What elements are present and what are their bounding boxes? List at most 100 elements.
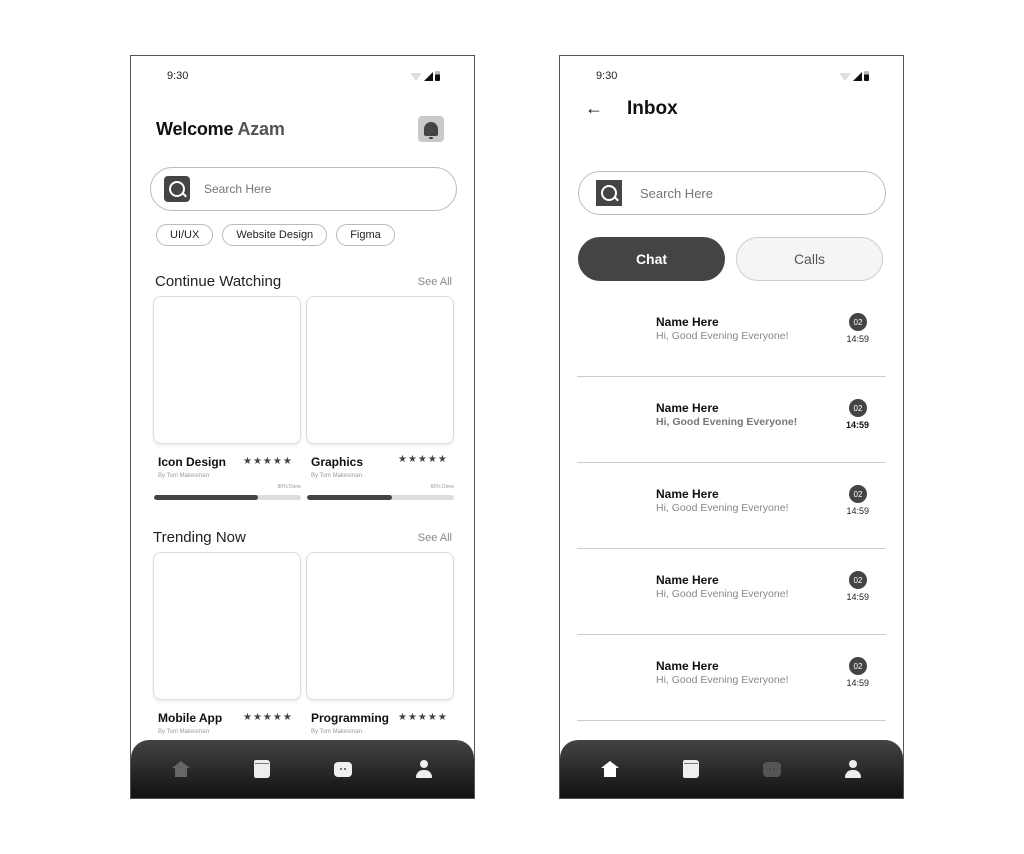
message-item[interactable]: Name Here Hi, Good Evening Everyone! 02 …	[577, 463, 886, 549]
continue-watching-title: Continue Watching	[155, 273, 282, 290]
nav-chat[interactable]	[325, 751, 361, 787]
status-icons	[410, 70, 440, 81]
message-time: 14:59	[846, 506, 869, 516]
course-author: By Tom Makesman	[311, 729, 362, 735]
signal-icon	[424, 72, 433, 81]
search-input[interactable]	[640, 185, 860, 201]
message-preview: Hi, Good Evening Everyone!	[656, 416, 798, 428]
course-thumbnail-mobile-app[interactable]	[153, 552, 301, 700]
user-icon	[415, 760, 433, 778]
inbox-tabs: Chat Calls	[578, 237, 883, 281]
course-author: By Tom Makesman	[158, 729, 209, 735]
course-thumbnail-graphics[interactable]	[306, 296, 454, 444]
message-time: 14:59	[846, 592, 869, 602]
welcome-prefix: Welcome	[156, 119, 234, 139]
user-name: Azam	[237, 119, 285, 139]
bottom-nav	[131, 740, 474, 798]
user-icon	[844, 760, 862, 778]
course-author: By Tom Makesman	[311, 473, 362, 479]
search-bar[interactable]	[150, 167, 457, 211]
nav-profile[interactable]	[406, 751, 442, 787]
rating-stars: ★★★★★	[398, 454, 448, 465]
search-bar[interactable]	[578, 171, 886, 215]
chip-figma[interactable]: Figma	[336, 224, 395, 246]
sender-name: Name Here	[656, 573, 719, 587]
progress-fill	[154, 495, 259, 500]
back-arrow-icon[interactable]: ←	[585, 98, 603, 119]
inbox-screen: 9:30 ← Inbox Chat Calls Name Here Hi, Go…	[559, 55, 904, 799]
message-time: 14:59	[845, 420, 869, 430]
progress-fill	[307, 495, 393, 500]
bell-icon	[424, 122, 438, 139]
course-thumbnail-icon-design[interactable]	[153, 296, 301, 444]
battery-icon	[435, 71, 440, 81]
trending-now-see-all[interactable]: See All	[418, 532, 452, 544]
progress-bar	[154, 495, 301, 500]
rating-stars: ★★★★★	[243, 712, 293, 723]
search-icon[interactable]	[164, 176, 190, 202]
nav-profile[interactable]	[835, 751, 871, 787]
sender-name: Name Here	[656, 401, 719, 415]
home-screen: 9:30 Welcome Azam UI/UX Website Design F…	[130, 55, 475, 799]
status-time: 9:30	[596, 70, 618, 82]
nav-library[interactable]	[673, 751, 709, 787]
unread-count-badge: 02	[849, 485, 867, 503]
notifications-button[interactable]	[418, 116, 444, 142]
message-item[interactable]: Name Here Hi, Good Evening Everyone! 02 …	[577, 377, 886, 463]
course-title[interactable]: Programming	[311, 711, 389, 725]
message-preview: Hi, Good Evening Everyone!	[656, 588, 789, 600]
message-preview: Hi, Good Evening Everyone!	[656, 330, 789, 342]
chip-ui-ux[interactable]: UI/UX	[156, 224, 214, 246]
wifi-icon	[410, 73, 422, 81]
nav-home[interactable]	[163, 751, 199, 787]
progress-bar	[307, 495, 454, 500]
rating-stars: ★★★★★	[398, 712, 448, 723]
chat-icon	[762, 761, 781, 777]
tab-chat[interactable]: Chat	[578, 237, 725, 281]
sender-name: Name Here	[656, 659, 719, 673]
continue-watching-see-all[interactable]: See All	[418, 276, 452, 288]
sender-name: Name Here	[656, 487, 719, 501]
status-time: 9:30	[167, 70, 189, 82]
course-title[interactable]: Mobile App	[158, 711, 222, 725]
message-preview: Hi, Good Evening Everyone!	[656, 502, 789, 514]
unread-count-badge: 02	[849, 571, 867, 589]
nav-library[interactable]	[244, 751, 280, 787]
course-author: By Tom Makesman	[158, 473, 209, 479]
message-time: 14:59	[846, 678, 869, 688]
search-input[interactable]	[204, 182, 424, 196]
message-list: Name Here Hi, Good Evening Everyone! 02 …	[577, 291, 886, 798]
nav-home[interactable]	[592, 751, 628, 787]
page-title: Inbox	[627, 98, 678, 119]
signal-icon	[853, 72, 862, 81]
message-time: 14:59	[846, 334, 869, 344]
search-icon[interactable]	[596, 180, 622, 206]
progress-label: 80% Done	[277, 484, 301, 490]
category-chips: UI/UX Website Design Figma	[156, 224, 395, 246]
unread-count-badge: 02	[849, 313, 867, 331]
message-item[interactable]: Name Here Hi, Good Evening Everyone! 02 …	[577, 291, 886, 377]
status-icons	[839, 70, 869, 81]
tab-calls[interactable]: Calls	[736, 237, 883, 281]
bottom-nav	[560, 740, 903, 798]
course-title[interactable]: Icon Design	[158, 455, 226, 469]
course-title[interactable]: Graphics	[311, 455, 363, 469]
rating-stars: ★★★★★	[243, 456, 293, 467]
course-thumbnail-programming[interactable]	[306, 552, 454, 700]
welcome-heading: Welcome Azam	[156, 119, 285, 140]
unread-count-badge: 02	[849, 399, 867, 417]
book-icon	[254, 760, 271, 778]
home-icon	[601, 761, 620, 777]
progress-label: 65% Done	[430, 484, 454, 490]
nav-chat[interactable]	[754, 751, 790, 787]
unread-count-badge: 02	[849, 657, 867, 675]
home-icon	[172, 761, 191, 777]
message-item[interactable]: Name Here Hi, Good Evening Everyone! 02 …	[577, 549, 886, 635]
message-item[interactable]: Name Here Hi, Good Evening Everyone! 02 …	[577, 635, 886, 721]
trending-now-title: Trending Now	[153, 529, 246, 546]
sender-name: Name Here	[656, 315, 719, 329]
battery-icon	[864, 71, 869, 81]
book-icon	[683, 760, 700, 778]
chip-website-design[interactable]: Website Design	[222, 224, 328, 246]
message-preview: Hi, Good Evening Everyone!	[656, 674, 789, 686]
